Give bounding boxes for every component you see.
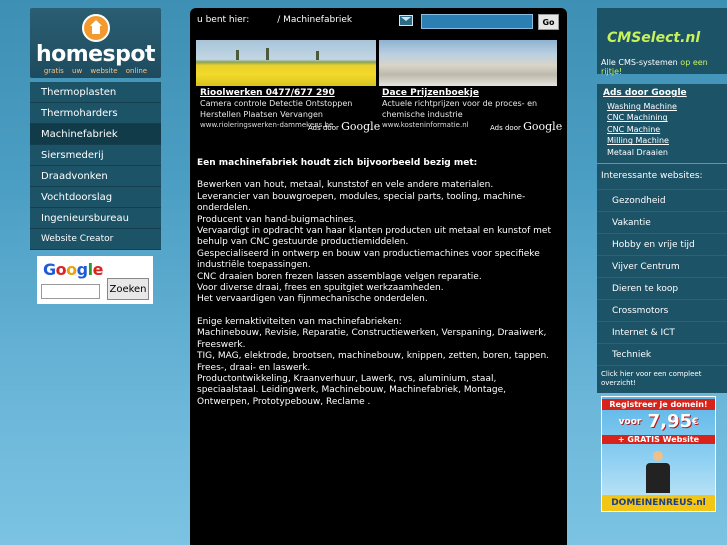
logo-title: homespot: [35, 42, 156, 67]
nav-item-website-creator[interactable]: Website Creator: [30, 229, 161, 250]
ads-by-google-1[interactable]: Ads door Google: [308, 120, 380, 133]
banner-register-text: Registreer je domein!: [602, 398, 715, 410]
house-icon: [82, 14, 110, 42]
breadcrumb-prefix: u bent hier:: [197, 15, 250, 25]
main-content: u bent hier: / Machinefabriek Go Rioolwer…: [190, 8, 567, 545]
businessman-illustration: [646, 450, 670, 495]
banner-gratis-text: + GRATIS Website: [602, 434, 715, 444]
link-vijver-centrum[interactable]: Vijver Centrum: [597, 254, 727, 277]
ad-link-metaal-draaien[interactable]: Metaal Draaien: [603, 147, 721, 158]
ads-by-brand: Google: [523, 120, 563, 133]
ad-2-title[interactable]: Dace Prijzenboekje: [382, 88, 558, 98]
banner-footer: DOMEINENREUS.nl: [602, 494, 715, 511]
article: Een machinefabriek houdt zich bijvoorbee…: [197, 158, 559, 408]
article-paragraph-1: Bewerken van hout, metaal, kunststof en …: [197, 180, 551, 305]
ad-image-rapeseed-field[interactable]: [196, 40, 376, 86]
cmselect-tagline: Alle CMS-systemen op een rijtje!: [601, 58, 727, 76]
ad-1-body: Camera controle Detectie Ontstoppen Hers…: [200, 99, 353, 119]
google-logo: Google: [43, 260, 103, 279]
ads-by-brand: Google: [341, 120, 381, 133]
link-internet-ict[interactable]: Internet & ICT: [597, 320, 727, 343]
left-column: homespot gratis uw website online Thermo…: [30, 8, 161, 304]
nav-item-siersmederij[interactable]: Siersmederij: [30, 145, 161, 166]
article-paragraph-2: Enige kernaktiviteiten van machinefabrie…: [197, 316, 550, 407]
banner-price-currency: €: [692, 416, 699, 427]
cmselect-tagline-a: Alle CMS-systemen: [601, 58, 678, 67]
link-crossmotors[interactable]: Crossmotors: [597, 298, 727, 321]
cmselect-banner[interactable]: CMSelect.nl Alle CMS-systemen op een rij…: [597, 8, 727, 76]
nav-item-thermoplasten[interactable]: Thermoplasten: [30, 82, 161, 103]
google-search-box: Google Zoeken: [37, 256, 153, 304]
overview-link[interactable]: Click hier voor een compleet overzicht!: [597, 364, 727, 393]
breadcrumb: u bent hier: / Machinefabriek: [197, 15, 352, 25]
google-ads-heading[interactable]: Ads door Google: [603, 88, 721, 98]
ads-by-prefix: Ads door: [308, 124, 339, 132]
ad-2-body: Actuele richtprijzen voor de proces- en …: [382, 99, 538, 119]
link-vakantie[interactable]: Vakantie: [597, 210, 727, 233]
search-input[interactable]: [421, 14, 533, 29]
link-hobby[interactable]: Hobby en vrije tijd: [597, 232, 727, 255]
ads-by-prefix: Ads door: [490, 124, 521, 132]
google-search-input[interactable]: [41, 284, 100, 299]
nav-item-ingenieursbureau[interactable]: Ingenieursbureau: [30, 208, 161, 229]
logo-subtitle: gratis uw website online: [43, 67, 148, 75]
ad-image-industrial-landscape[interactable]: [379, 40, 557, 86]
homespot-logo[interactable]: homespot gratis uw website online: [30, 8, 161, 78]
ad-link-milling-machine[interactable]: Milling Machine: [603, 135, 721, 146]
ads-by-google-2[interactable]: Ads door Google: [490, 120, 562, 133]
article-heading: Een machinefabriek houdt zich bijvoorbee…: [197, 158, 478, 168]
banner-price-value: 7,95: [647, 410, 693, 432]
ad-link-cnc-machine[interactable]: CNC Machine: [603, 124, 721, 135]
google-search-button[interactable]: Zoeken: [107, 278, 149, 300]
link-gezondheid[interactable]: Gezondheid: [597, 188, 727, 211]
nav-item-machinefabriek[interactable]: Machinefabriek: [30, 124, 161, 145]
google-ads-right: Ads door Google Washing Machine CNC Mach…: [597, 84, 727, 163]
link-techniek[interactable]: Techniek: [597, 342, 727, 365]
breadcrumb-current[interactable]: / Machinefabriek: [277, 15, 352, 25]
link-dieren-te-koop[interactable]: Dieren te koop: [597, 276, 727, 299]
go-button[interactable]: Go: [538, 14, 559, 30]
sidebar-nav: Thermoplasten Thermoharders Machinefabri…: [30, 82, 161, 250]
mail-icon[interactable]: [399, 15, 413, 26]
ad-link-cnc-machining[interactable]: CNC Machining: [603, 112, 721, 123]
banner-price-prefix: voor: [618, 416, 642, 427]
nav-item-vochtdoorslag[interactable]: Vochtdoorslag: [30, 187, 161, 208]
ad-link-washing-machine[interactable]: Washing Machine: [603, 101, 721, 112]
interesting-heading: Interessante websites:: [597, 163, 727, 189]
nav-item-draadvonken[interactable]: Draadvonken: [30, 166, 161, 187]
right-column: CMSelect.nl Alle CMS-systemen op een rij…: [597, 8, 727, 512]
nav-item-thermoharders[interactable]: Thermoharders: [30, 103, 161, 124]
cmselect-logo: CMSelect.nl: [607, 30, 701, 46]
banner-price: voor 7,95€: [602, 411, 715, 432]
domeinenreus-banner[interactable]: Registreer je domein! voor 7,95€ + GRATI…: [601, 395, 716, 512]
ad-1-title[interactable]: Rioolwerken 0477/677 290: [200, 88, 380, 98]
